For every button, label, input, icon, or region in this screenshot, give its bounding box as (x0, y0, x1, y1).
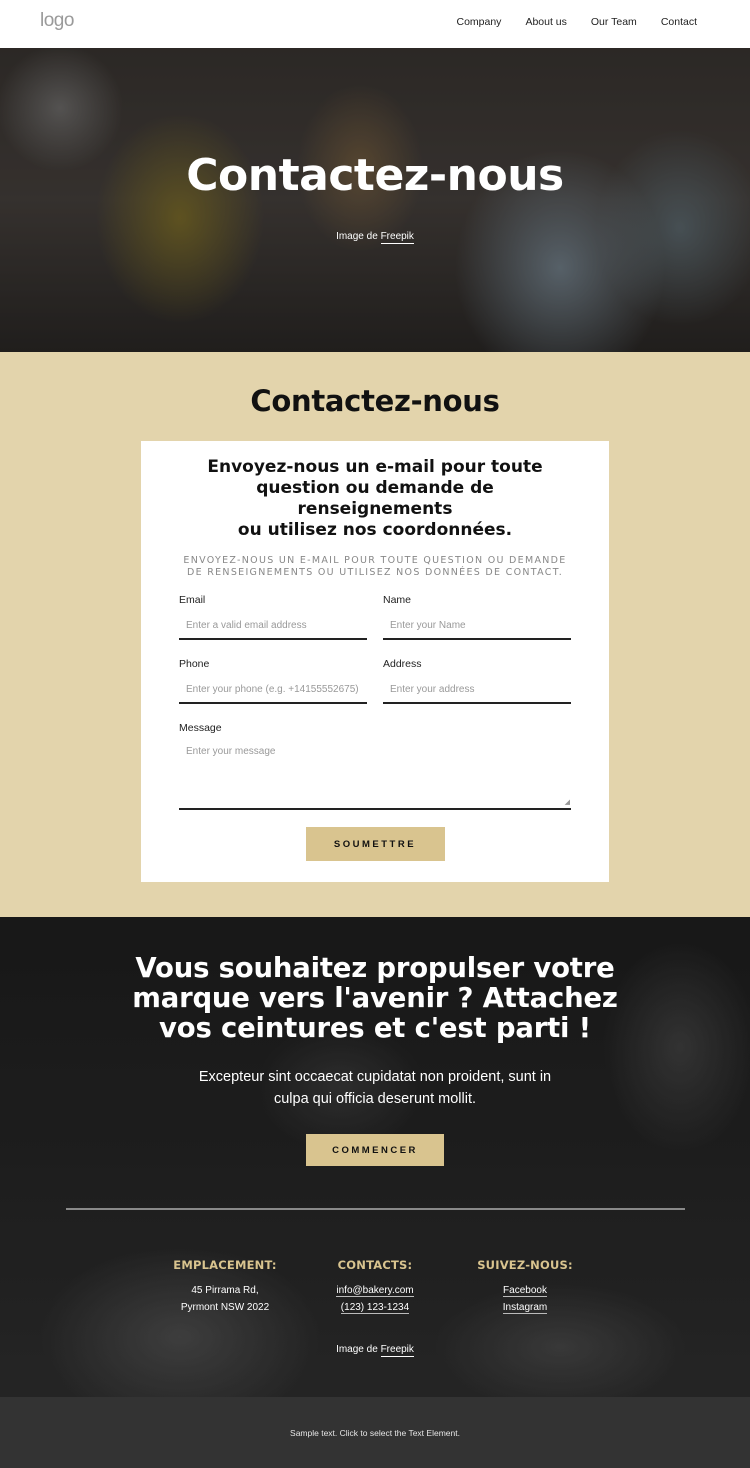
name-field[interactable]: Enter your Name (383, 612, 571, 640)
nav-about-us[interactable]: About us (525, 16, 566, 28)
card-heading: Envoyez-nous un e-mail pour toute questi… (179, 457, 571, 541)
contact-card: Envoyez-nous un e-mail pour toute questi… (141, 441, 609, 882)
contacts-title: CONTACTS: (337, 1258, 413, 1272)
cta-heading-line: marque vers l'avenir ? Attachez (132, 982, 618, 1014)
site-footer: Sample text. Click to select the Text El… (0, 1397, 750, 1468)
footer-text: Sample text. Click to select the Text El… (290, 1427, 460, 1438)
cta-text: Excepteur sint occaecat cupidatat non pr… (0, 1066, 750, 1110)
message-placeholder: Enter your message (186, 746, 276, 757)
nav-our-team[interactable]: Our Team (591, 16, 637, 28)
logo[interactable]: logo (40, 10, 74, 32)
start-button[interactable]: COMMENCER (306, 1134, 444, 1166)
email-field-group: Email Enter a valid email address (179, 594, 367, 658)
divider (65, 1208, 685, 1210)
message-label: Message (179, 722, 222, 734)
location-title: EMPLACEMENT: (173, 1258, 277, 1272)
cta-section: Vous souhaitez propulser votre marque ve… (0, 917, 750, 1397)
phone-field[interactable]: Enter your phone (e.g. +14155552675) (179, 676, 367, 704)
contacts-column: CONTACTS: info@bakery.com (123) 123-1234 (300, 1258, 450, 1316)
address-line: Pyrmont NSW 2022 (180, 1301, 270, 1313)
address-field-group: Address Enter your address (383, 658, 571, 722)
card-heading-line: question ou demande de (256, 478, 494, 498)
credit-prefix: Image de (336, 1344, 381, 1355)
social-title: SUIVEZ-NOUS: (477, 1258, 573, 1272)
message-field[interactable]: Enter your message ◢ (179, 740, 571, 810)
nav-contact[interactable]: Contact (661, 16, 697, 28)
name-label: Name (383, 594, 412, 606)
location-column: EMPLACEMENT: 45 Pirrama Rd, Pyrmont NSW … (150, 1258, 300, 1316)
hero-section: Contactez-nous Image de Freepik (0, 48, 750, 352)
cta-image-credit: Image de Freepik (0, 1344, 750, 1357)
card-heading-line: Envoyez-nous un e-mail pour toute (207, 457, 543, 477)
hero-title: Contactez-nous (186, 150, 564, 201)
info-columns: EMPLACEMENT: 45 Pirrama Rd, Pyrmont NSW … (0, 1258, 750, 1316)
card-heading-line: renseignements (297, 499, 453, 519)
email-label: Email (179, 594, 206, 606)
email-link[interactable]: info@bakery.com (336, 1285, 414, 1297)
phone-field-group: Phone Enter your phone (e.g. +1415555267… (179, 658, 367, 722)
cta-heading-line: Vous souhaitez propulser votre (135, 952, 615, 984)
facebook-link[interactable]: Facebook (503, 1285, 547, 1297)
credit-prefix: Image de (336, 231, 381, 242)
hero-image-credit: Image de Freepik (0, 231, 750, 244)
address-label: Address (383, 658, 422, 670)
freepik-link[interactable]: Freepik (380, 231, 414, 244)
contact-form: Email Enter a valid email address Name E… (179, 594, 571, 810)
message-field-group: Message Enter your message ◢ (179, 722, 571, 810)
name-field-group: Name Enter your Name (383, 594, 571, 658)
cta-heading-line: vos ceintures et c'est parti ! (159, 1012, 591, 1044)
contact-section: Contactez-nous Envoyez-nous un e-mail po… (0, 352, 750, 917)
card-subtitle: Envoyez-nous un e-mail pour toute questi… (183, 555, 567, 578)
card-heading-line: ou utilisez nos coordonnées. (237, 520, 513, 540)
main-nav: Company About us Our Team Contact (456, 16, 697, 28)
social-column: SUIVEZ-NOUS: Facebook Instagram (450, 1258, 600, 1316)
address-field[interactable]: Enter your address (383, 676, 571, 704)
freepik-link[interactable]: Freepik (380, 1344, 414, 1357)
instagram-link[interactable]: Instagram (502, 1301, 548, 1314)
phone-link[interactable]: (123) 123-1234 (340, 1301, 410, 1314)
email-field[interactable]: Enter a valid email address (179, 612, 367, 640)
cta-heading: Vous souhaitez propulser votre marque ve… (0, 917, 750, 1043)
cta-text-line: culpa qui officia deserunt mollit. (273, 1091, 477, 1107)
resize-handle-icon[interactable]: ◢ (565, 798, 570, 806)
cta-text-line: Excepteur sint occaecat cupidatat non pr… (198, 1069, 552, 1085)
address-line: 45 Pirrama Rd, (191, 1285, 259, 1296)
contact-title: Contactez-nous (250, 384, 500, 418)
nav-company[interactable]: Company (456, 16, 501, 28)
site-header: logo Company About us Our Team Contact (0, 0, 750, 48)
submit-button[interactable]: SOUMETTRE (305, 827, 445, 861)
phone-label: Phone (179, 658, 210, 670)
